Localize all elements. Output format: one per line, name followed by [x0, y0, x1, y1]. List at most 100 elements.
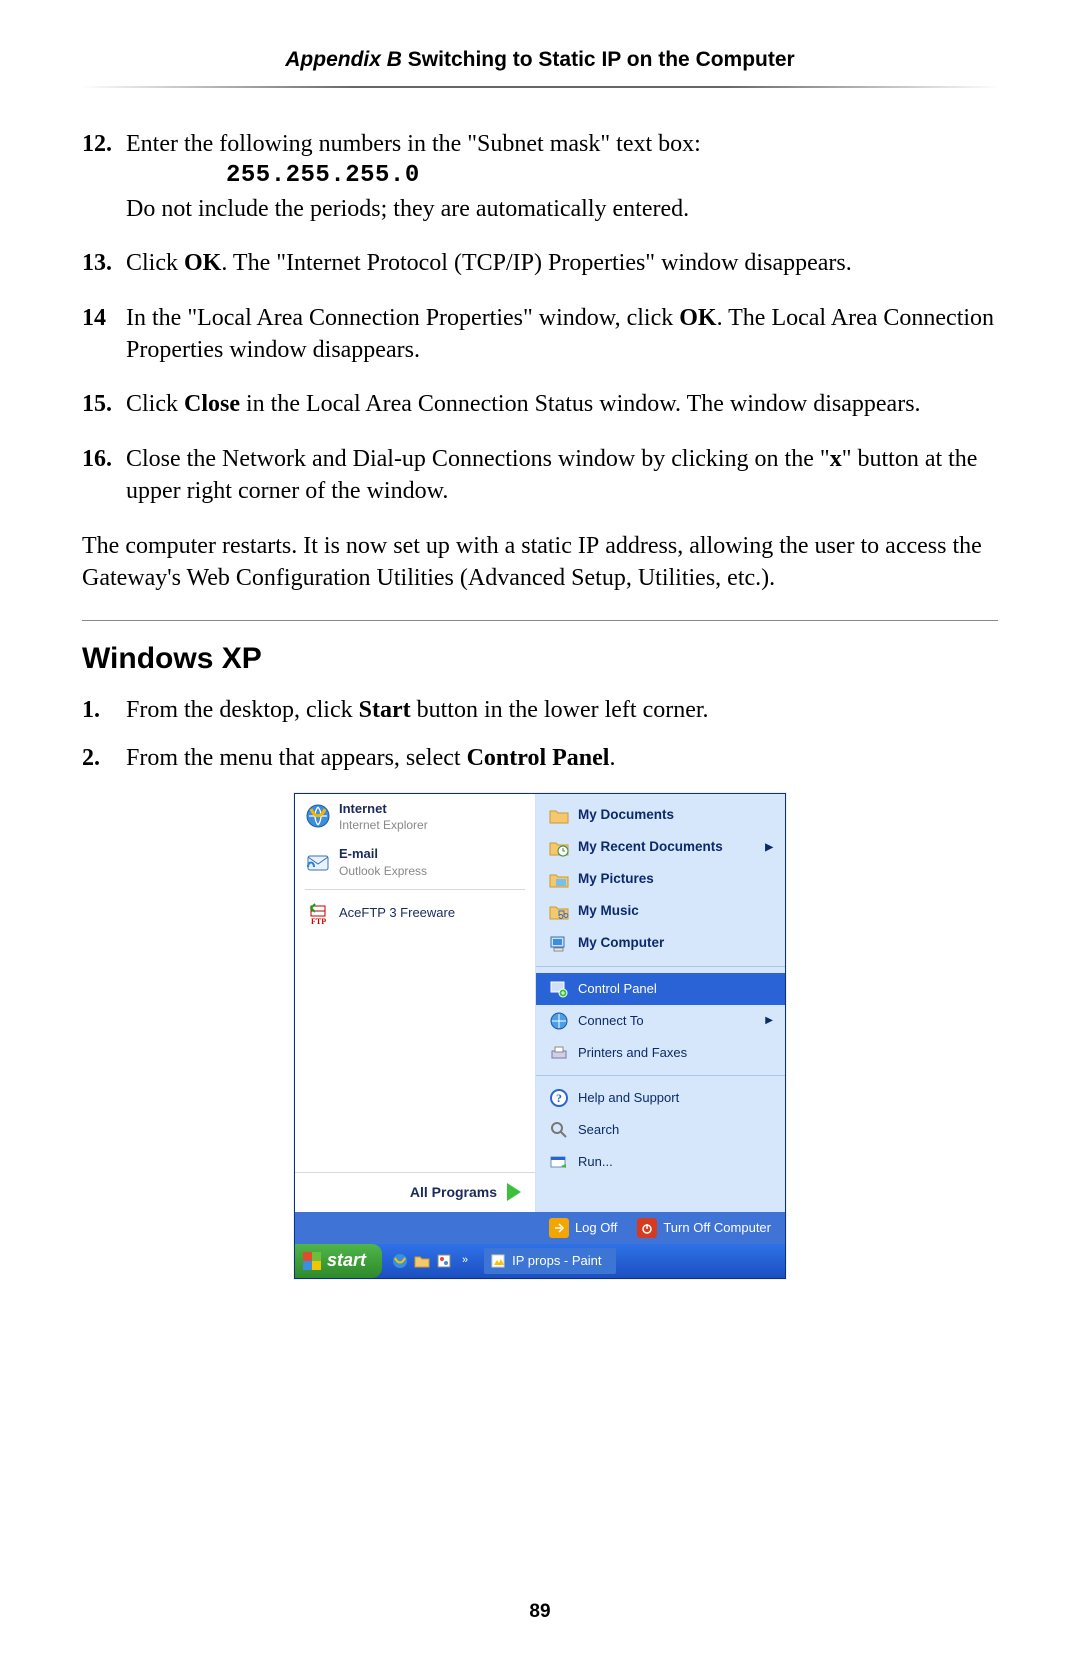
- pinned-email[interactable]: E-mail Outlook Express: [295, 839, 535, 885]
- step-body: From the desktop, click Start button in …: [126, 694, 998, 726]
- section-rule: [82, 620, 998, 621]
- step-body: Click OK. The "Internet Protocol (TCP/IP…: [126, 247, 998, 279]
- all-programs[interactable]: All Programs: [295, 1172, 535, 1212]
- content-area: 12. Enter the following numbers in the "…: [0, 88, 1080, 1279]
- control-panel-icon: [548, 978, 570, 1000]
- step-num: 15.: [82, 388, 126, 420]
- right-separator: [536, 1075, 785, 1076]
- pinned-internet[interactable]: Internet Internet Explorer: [295, 794, 535, 840]
- header-title: Switching to Static IP on the Computer: [402, 48, 795, 71]
- step-body: From the menu that appears, select Contr…: [126, 742, 998, 774]
- step-body: Enter the following numbers in the "Subn…: [126, 128, 998, 225]
- windows-flag-icon: [303, 1252, 321, 1270]
- search-icon: [548, 1119, 570, 1141]
- step-num: 12.: [82, 128, 126, 225]
- mail-icon: [305, 849, 331, 875]
- ie-icon: [305, 803, 331, 829]
- sub-steps: 1. From the desktop, click Start button …: [82, 694, 998, 775]
- step-num: 1.: [82, 694, 126, 726]
- xp-panels: Internet Internet Explorer E-mail Outloo…: [295, 794, 785, 1212]
- step-12: 12. Enter the following numbers in the "…: [82, 128, 998, 225]
- page-header: Appendix B Switching to Static IP on the…: [0, 0, 1080, 72]
- ie-icon[interactable]: [392, 1253, 408, 1269]
- control-panel[interactable]: Control Panel: [536, 973, 785, 1005]
- step-text: Enter the following numbers in the "Subn…: [126, 131, 701, 157]
- arrow-right-icon: ▶: [765, 1014, 773, 1028]
- turn-off-button[interactable]: Turn Off Computer: [637, 1218, 771, 1238]
- run-icon: [548, 1151, 570, 1173]
- music-folder-icon: [548, 901, 570, 923]
- x-label: x: [830, 446, 842, 472]
- printers-faxes[interactable]: Printers and Faxes: [536, 1037, 785, 1069]
- paint-icon: [490, 1253, 506, 1269]
- pictures-folder-icon: [548, 869, 570, 891]
- ip-label: IP: [578, 533, 599, 559]
- step-num: 13.: [82, 247, 126, 279]
- step-body: Click Close in the Local Area Connection…: [126, 388, 998, 420]
- step-15: 15. Click Close in the Local Area Connec…: [82, 388, 998, 420]
- step-num: 14: [82, 302, 126, 367]
- xp-right-panel: My Documents My Recent Documents ▶ My Pi…: [536, 794, 785, 1212]
- my-music[interactable]: My Music: [536, 896, 785, 928]
- help-icon: ?: [548, 1087, 570, 1109]
- sub-step-2: 2. From the menu that appears, select Co…: [82, 742, 998, 774]
- start-button[interactable]: start: [295, 1244, 382, 1278]
- pinned-aceftp[interactable]: FTP AceFTP 3 Freeware: [295, 894, 535, 932]
- step-16: 16. Close the Network and Dial-up Connec…: [82, 443, 998, 508]
- clock-folder-icon: [548, 837, 570, 859]
- header-appendix: Appendix B: [285, 48, 402, 71]
- xp-taskbar: start » IP props - Paint: [295, 1244, 785, 1278]
- summary-paragraph: The computer restarts. It is now set up …: [82, 530, 998, 595]
- step-num: 2.: [82, 742, 126, 774]
- help-support[interactable]: ? Help and Support: [536, 1082, 785, 1114]
- step-num: 16.: [82, 443, 126, 508]
- pinned-text: Internet Internet Explorer: [339, 800, 428, 834]
- log-off-button[interactable]: Log Off: [549, 1218, 617, 1238]
- printer-icon: [548, 1042, 570, 1064]
- step-text-b: Do not include the periods; they are aut…: [126, 196, 689, 222]
- xp-start-menu: Internet Internet Explorer E-mail Outloo…: [294, 793, 786, 1279]
- page-number: 89: [0, 1601, 1080, 1623]
- steps-list: 12. Enter the following numbers in the "…: [82, 128, 998, 508]
- ok-label: OK: [184, 250, 221, 276]
- my-recent-documents[interactable]: My Recent Documents ▶: [536, 832, 785, 864]
- my-pictures[interactable]: My Pictures: [536, 864, 785, 896]
- right-separator: [536, 966, 785, 967]
- start-label: Start: [359, 697, 411, 723]
- subnet-value: 255.255.255.0: [126, 160, 998, 192]
- folder-icon[interactable]: [414, 1253, 430, 1269]
- pinned-text: E-mail Outlook Express: [339, 845, 427, 879]
- sub-step-1: 1. From the desktop, click Start button …: [82, 694, 998, 726]
- ok-label: OK: [679, 305, 716, 331]
- step-13: 13. Click OK. The "Internet Protocol (TC…: [82, 247, 998, 279]
- left-separator: [305, 889, 525, 890]
- search[interactable]: Search: [536, 1114, 785, 1146]
- paint-icon[interactable]: [436, 1253, 452, 1269]
- tcpip-label: TCP/IP: [462, 250, 534, 276]
- folder-icon: [548, 805, 570, 827]
- xp-logoff-bar: Log Off Turn Off Computer: [295, 1212, 785, 1244]
- cpanel-label: Control Panel: [467, 745, 610, 771]
- run[interactable]: Run...: [536, 1146, 785, 1178]
- my-documents[interactable]: My Documents: [536, 800, 785, 832]
- power-icon: [637, 1218, 657, 1238]
- arrow-right-icon: [507, 1183, 521, 1201]
- quick-launch: »: [382, 1244, 478, 1278]
- taskbar-task[interactable]: IP props - Paint: [484, 1248, 615, 1274]
- ftp-icon: FTP: [305, 900, 331, 926]
- computer-icon: [548, 933, 570, 955]
- svg-text:?: ?: [556, 1091, 562, 1105]
- step-body: Close the Network and Dial-up Connection…: [126, 443, 998, 508]
- logoff-icon: [549, 1218, 569, 1238]
- svg-text:FTP: FTP: [311, 917, 326, 926]
- network-icon: [548, 1010, 570, 1032]
- connect-to[interactable]: Connect To ▶: [536, 1005, 785, 1037]
- xp-left-panel: Internet Internet Explorer E-mail Outloo…: [295, 794, 536, 1212]
- section-heading: Windows XP: [82, 639, 998, 680]
- my-computer[interactable]: My Computer: [536, 928, 785, 960]
- close-label: Close: [184, 391, 240, 417]
- step-14: 14 In the "Local Area Connection Propert…: [82, 302, 998, 367]
- arrow-right-icon: ▶: [765, 841, 773, 855]
- chevron-icon[interactable]: »: [458, 1253, 472, 1268]
- step-body: In the "Local Area Connection Properties…: [126, 302, 998, 367]
